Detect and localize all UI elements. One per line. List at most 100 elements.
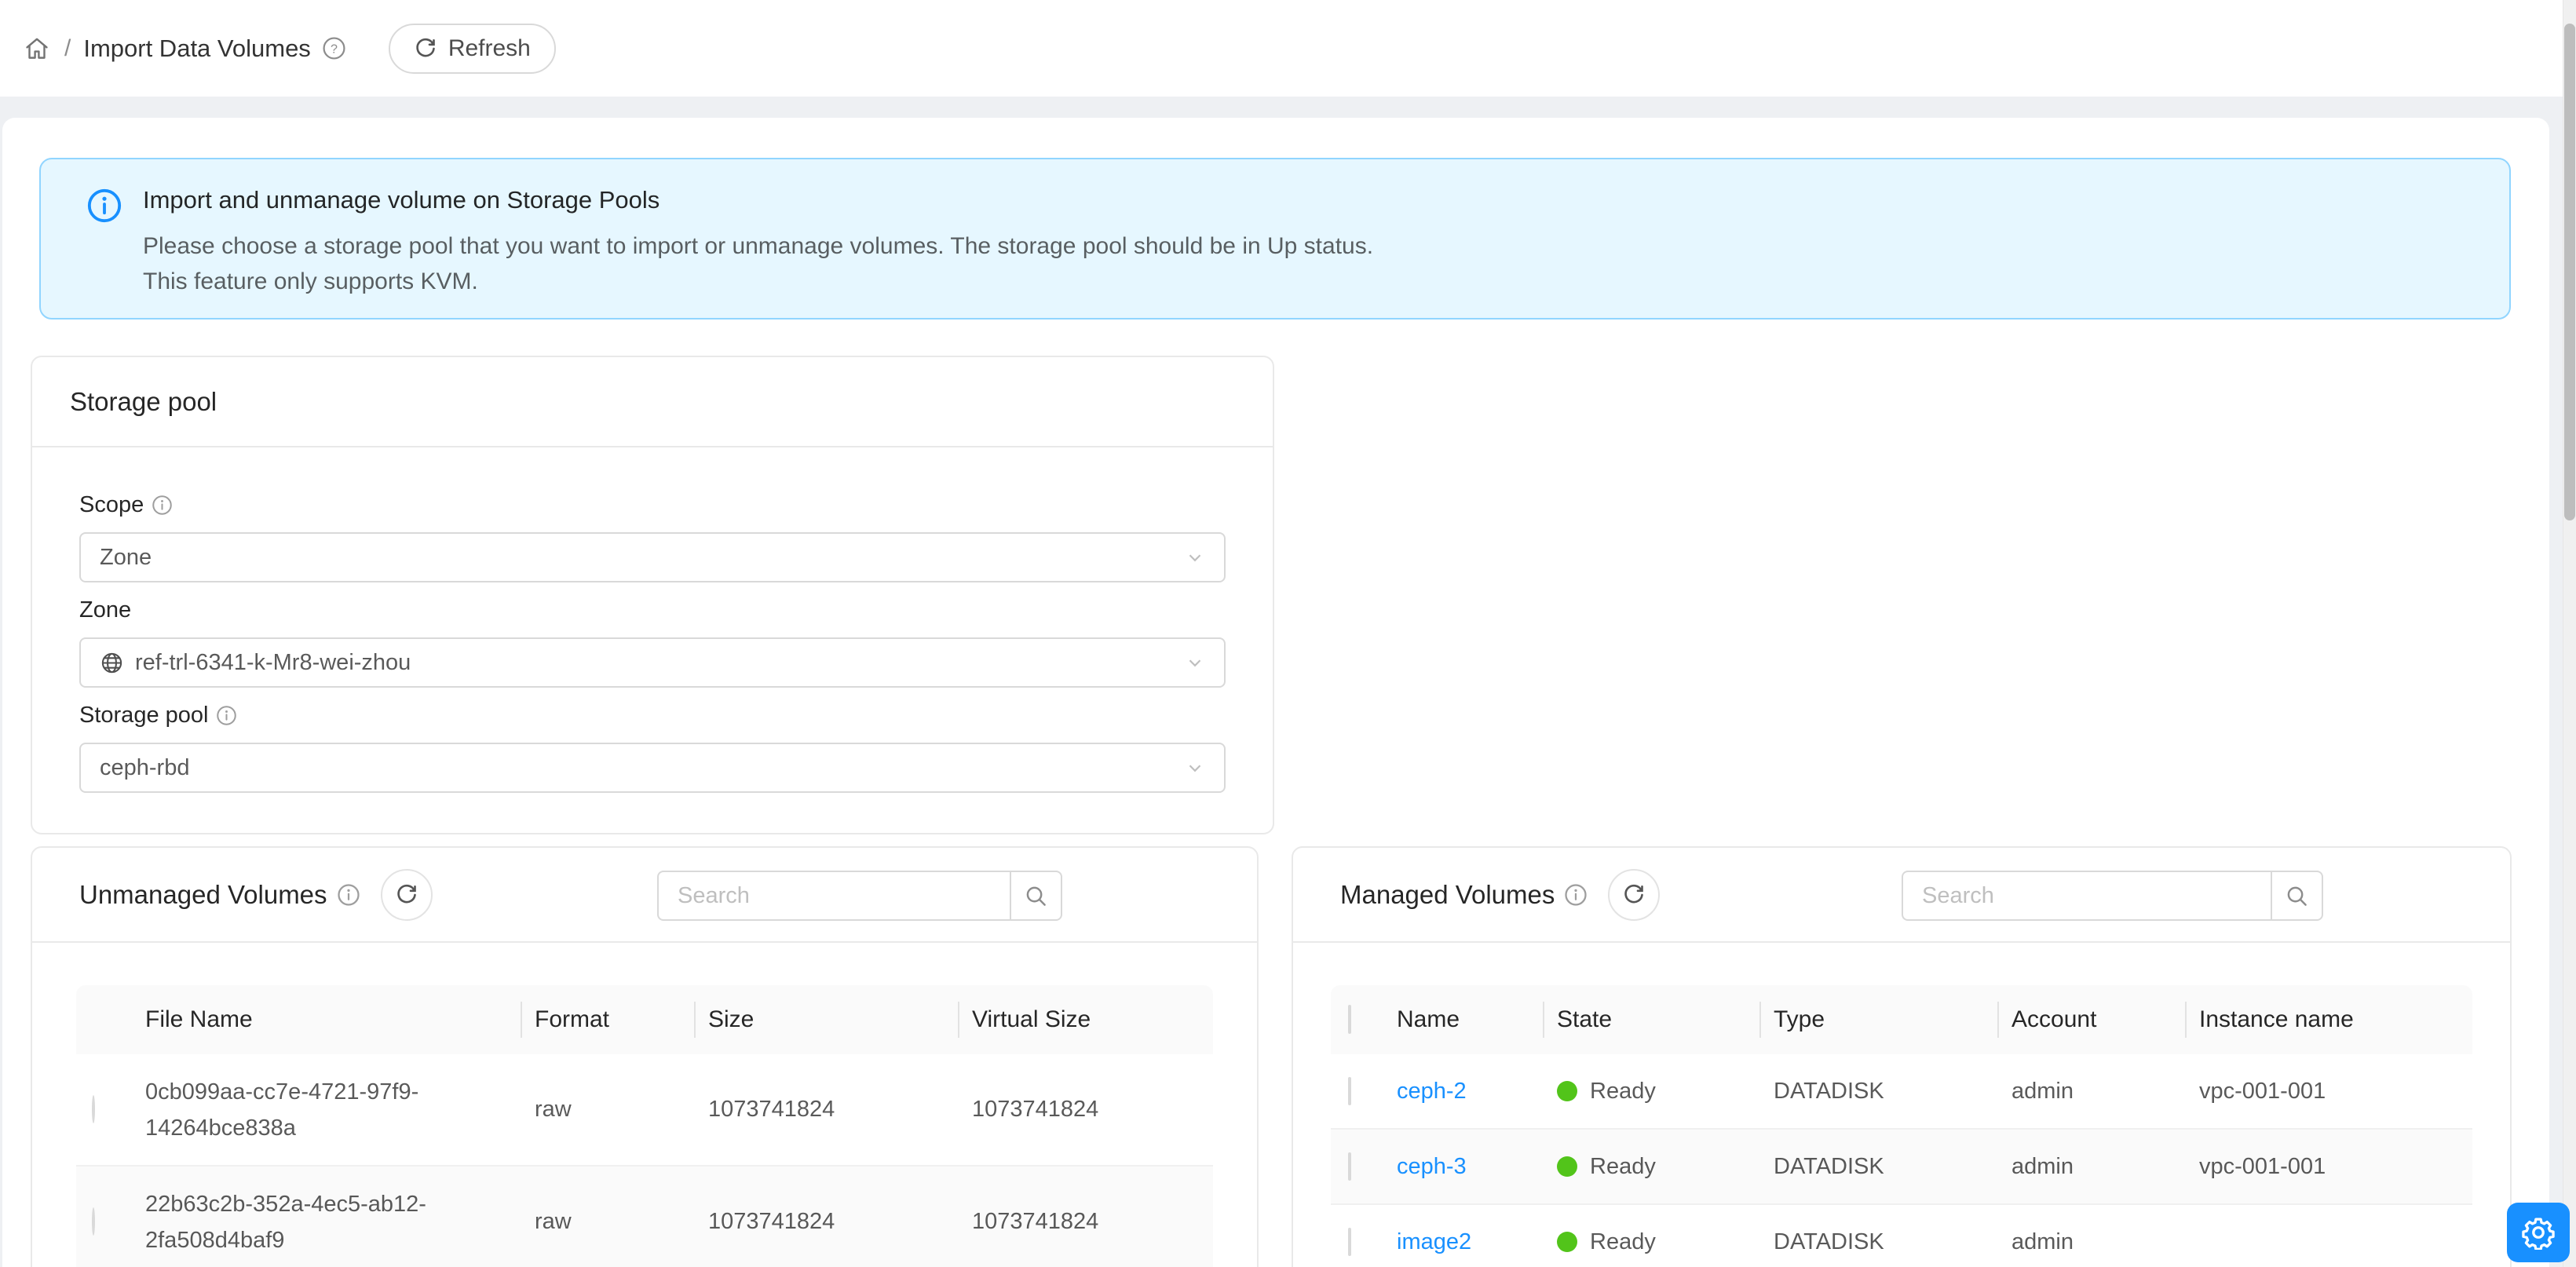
account-cell: admin (1997, 1079, 2185, 1105)
row-checkbox[interactable] (1348, 1228, 1351, 1256)
zone-select-value: ref-trl-6341-k-Mr8-wei-zhou (135, 650, 411, 676)
volume-name-link[interactable]: ceph-2 (1397, 1079, 1467, 1104)
file-name-cell: 0cb099aa-cc7e-4721-97f9- 14264bce838a (145, 1074, 521, 1146)
storage-pool-card-title: Storage pool (32, 357, 1273, 447)
managed-reload-button[interactable] (1608, 869, 1660, 921)
column-header-state: State (1543, 1006, 1759, 1033)
column-header-instance-name: Instance name (2185, 1006, 2472, 1033)
scope-field-label: Scope (79, 491, 1226, 519)
unmanaged-volumes-table: File Name Format Size Virtual Size 0cb09… (76, 985, 1213, 1267)
select-all-checkbox[interactable] (1348, 1005, 1351, 1034)
pool-info-icon[interactable] (216, 705, 237, 726)
column-header-virtual-size: Virtual Size (958, 1006, 1213, 1033)
refresh-button[interactable]: Refresh (389, 24, 556, 74)
unmanaged-search (657, 871, 1062, 921)
info-alert: Import and unmanage volume on Storage Po… (39, 158, 2511, 319)
managed-table-header: Name State Type Account Instance name (1331, 985, 2472, 1054)
reload-icon (414, 37, 437, 60)
storage-pool-form: Scope Zone Zone (32, 447, 1273, 793)
file-name-line: 22b63c2b-352a-4ec5-ab12- (145, 1186, 521, 1222)
unmanaged-search-button[interactable] (1010, 871, 1062, 921)
scrollbar-thumb[interactable] (2564, 24, 2575, 520)
unmanaged-reload-button[interactable] (381, 869, 433, 921)
unmanaged-volumes-header: Unmanaged Volumes (32, 848, 1257, 943)
scope-select-value: Zone (100, 545, 152, 571)
file-name-line: 2fa508d4baf9 (145, 1222, 521, 1258)
type-cell: DATADISK (1759, 1229, 1997, 1255)
state-label: Ready (1590, 1079, 1656, 1105)
zone-label-text: Zone (79, 597, 131, 623)
chevron-down-icon (1185, 547, 1205, 568)
breadcrumb-separator: / (64, 35, 71, 62)
scope-info-icon[interactable] (152, 495, 173, 516)
gear-icon (2521, 1215, 2556, 1250)
file-name-line: 14264bce838a (145, 1110, 521, 1146)
managed-info-icon[interactable] (1564, 883, 1588, 907)
pool-field-label: Storage pool (79, 701, 1226, 729)
size-cell: 1073741824 (694, 1097, 958, 1123)
row-checkbox-cell (1331, 1154, 1383, 1180)
import-data-volumes-page: { "header": { "page_title": "Import Data… (0, 0, 2576, 1267)
alert-title: Import and unmanage volume on Storage Po… (143, 184, 2478, 216)
volume-name-link[interactable]: image2 (1397, 1229, 1471, 1254)
chevron-down-icon (1185, 758, 1205, 778)
table-row: ceph-3 Ready DATADISK admin vpc-001-001 (1331, 1130, 2472, 1205)
column-header-size: Size (694, 1006, 958, 1033)
table-row: ceph-2 Ready DATADISK admin vpc-001-001 (1331, 1054, 2472, 1130)
column-header-format: Format (521, 1006, 694, 1033)
unmanaged-volumes-title: Unmanaged Volumes (79, 880, 327, 910)
globe-icon (100, 651, 124, 675)
file-name-line: 0cb099aa-cc7e-4721-97f9- (145, 1074, 521, 1110)
managed-search-input[interactable] (1902, 871, 2271, 921)
managed-volumes-card: Managed Volumes (1292, 846, 2512, 1267)
row-checkbox-cell (1331, 1079, 1383, 1105)
unmanaged-info-icon[interactable] (337, 883, 360, 907)
column-header-type: Type (1759, 1006, 1997, 1033)
type-cell: DATADISK (1759, 1154, 1997, 1180)
status-dot-ready (1557, 1232, 1577, 1252)
status-dot-ready (1557, 1081, 1577, 1101)
virtual-size-cell: 1073741824 (958, 1097, 1213, 1123)
state-cell: Ready (1543, 1229, 1759, 1255)
table-row: image2 Ready DATADISK admin (1331, 1205, 2472, 1267)
managed-volumes-header: Managed Volumes (1293, 848, 2510, 943)
scope-select[interactable]: Zone (79, 532, 1226, 582)
row-checkbox[interactable] (1348, 1077, 1351, 1105)
state-cell: Ready (1543, 1079, 1759, 1105)
settings-fab[interactable] (2507, 1203, 2570, 1262)
size-cell: 1073741824 (694, 1209, 958, 1235)
unmanaged-table-header: File Name Format Size Virtual Size (76, 985, 1213, 1054)
row-radio[interactable] (92, 1207, 95, 1236)
column-header-name: Name (1383, 1006, 1543, 1033)
volume-name-link[interactable]: ceph-3 (1397, 1154, 1467, 1179)
unmanaged-search-input[interactable] (657, 871, 1010, 921)
state-label: Ready (1590, 1154, 1656, 1180)
page-scrollbar (2563, 0, 2576, 1267)
row-radio-cell (76, 1097, 145, 1123)
help-icon[interactable]: ? (322, 36, 346, 60)
state-label: Ready (1590, 1229, 1656, 1255)
account-cell: admin (1997, 1154, 2185, 1180)
home-icon[interactable] (24, 35, 50, 62)
table-row: 22b63c2b-352a-4ec5-ab12- 2fa508d4baf9 ra… (76, 1167, 1213, 1267)
svg-text:?: ? (331, 42, 338, 56)
managed-search (1902, 871, 2323, 921)
pool-select[interactable]: ceph-rbd (79, 743, 1226, 793)
page-title: Import Data Volumes (83, 35, 310, 63)
row-checkbox[interactable] (1348, 1152, 1351, 1181)
row-radio[interactable] (92, 1095, 95, 1123)
info-circle-icon (86, 188, 122, 224)
format-cell: raw (521, 1097, 694, 1123)
status-dot-ready (1557, 1156, 1577, 1177)
column-header-file-name: File Name (145, 1006, 521, 1033)
zone-select[interactable]: ref-trl-6341-k-Mr8-wei-zhou (79, 637, 1226, 688)
managed-search-button[interactable] (2271, 871, 2323, 921)
zone-field-label: Zone (79, 596, 1226, 624)
scope-label-text: Scope (79, 492, 144, 518)
instance-name-cell: vpc-001-001 (2185, 1079, 2472, 1105)
account-cell: admin (1997, 1229, 2185, 1255)
column-header-account: Account (1997, 1006, 2185, 1033)
alert-description-line1: Please choose a storage pool that you wa… (143, 228, 2478, 264)
row-radio-cell (76, 1209, 145, 1235)
top-bar: / Import Data Volumes ? Refresh (0, 0, 2576, 97)
